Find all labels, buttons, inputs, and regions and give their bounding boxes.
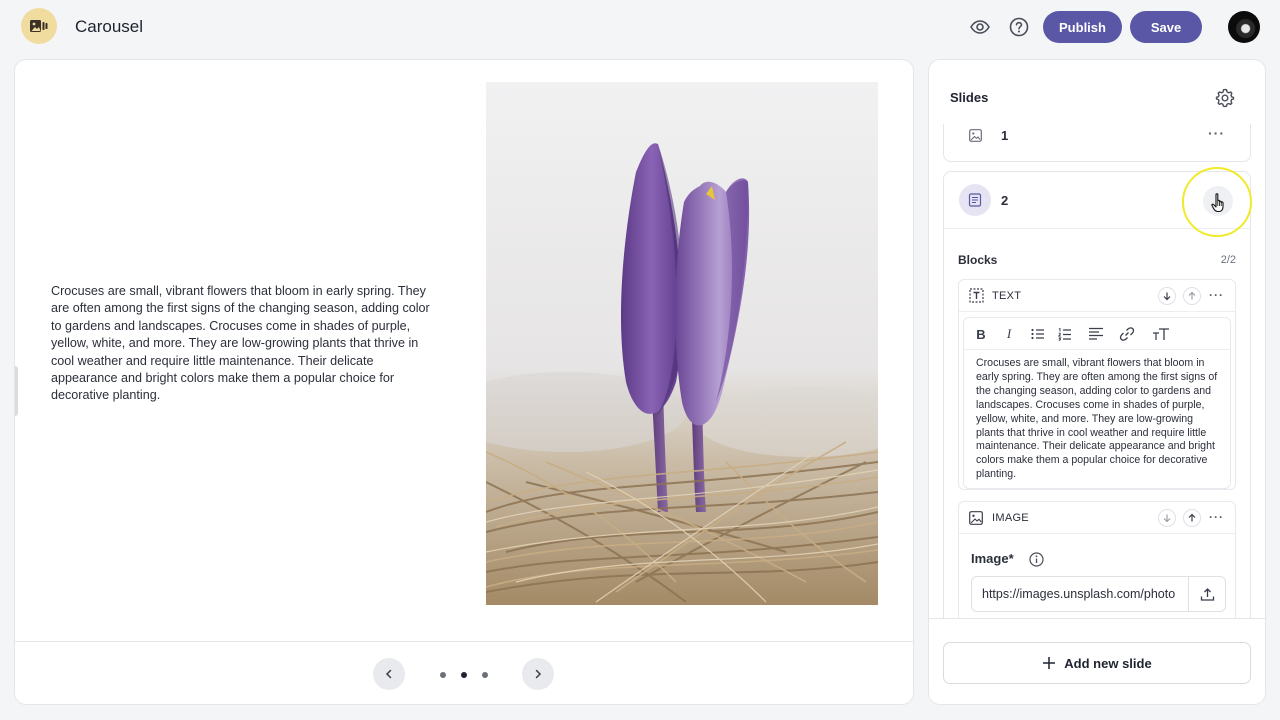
text-block-header: TEXT ··· xyxy=(959,280,1235,312)
collapse-handle[interactable] xyxy=(15,366,18,416)
pagination-dot-1[interactable] xyxy=(440,672,446,678)
align-left-icon xyxy=(1089,327,1103,340)
bold-button[interactable]: B xyxy=(971,324,991,344)
move-down-button[interactable] xyxy=(1158,509,1176,527)
text-size-button[interactable] xyxy=(1151,324,1171,344)
pagination-dot-2[interactable] xyxy=(461,672,467,678)
plus-icon xyxy=(1043,657,1056,669)
text-doc-icon xyxy=(959,184,991,216)
settings-button[interactable] xyxy=(1215,88,1235,113)
upload-button[interactable] xyxy=(1188,577,1226,611)
link-icon xyxy=(1119,327,1135,341)
slide-number: 2 xyxy=(1001,193,1009,208)
block-name: IMAGE xyxy=(992,512,1029,524)
bullet-list-button[interactable] xyxy=(1028,324,1048,344)
help-circle-icon xyxy=(1009,17,1029,37)
image-url-field xyxy=(971,576,1226,612)
numbered-list-icon xyxy=(1058,327,1071,341)
add-slide-label: Add new slide xyxy=(1064,655,1152,671)
image-url-input[interactable] xyxy=(972,577,1188,611)
upload-icon xyxy=(1200,587,1215,601)
slide-preview-panel: Crocuses are small, vibrant flowers that… xyxy=(14,59,914,705)
slide-item-2[interactable]: 2 Blocks 2/2 TEXT ··· B I Crocuses are s… xyxy=(943,171,1251,618)
move-up-button[interactable] xyxy=(1183,509,1201,527)
slides-title: Slides xyxy=(950,90,989,105)
move-down-button[interactable] xyxy=(1158,287,1176,305)
slides-sidebar: Slides 1 ··· 2 Blocks 2/2 TEXT ··· B I C… xyxy=(928,59,1266,705)
crocus-photo xyxy=(486,82,878,605)
preview-eye-button[interactable] xyxy=(967,14,993,40)
block-name: TEXT xyxy=(992,290,1022,302)
save-button[interactable]: Save xyxy=(1130,11,1202,43)
move-up-button[interactable] xyxy=(1183,287,1201,305)
slide-text-content: Crocuses are small, vibrant flowers that… xyxy=(51,284,430,403)
slide-1-more-button[interactable]: ··· xyxy=(1208,125,1225,141)
image-block-header: IMAGE ··· xyxy=(959,502,1235,534)
slide-image xyxy=(486,82,878,605)
publish-button[interactable]: Publish xyxy=(1043,11,1122,43)
image-field-label: Image* xyxy=(971,551,1014,566)
image-block-more-button[interactable]: ··· xyxy=(1209,510,1224,524)
text-size-icon xyxy=(1153,328,1169,340)
help-button[interactable] xyxy=(1006,14,1032,40)
chevron-right-icon xyxy=(535,669,542,679)
editor-text-content[interactable]: Crocuses are small, vibrant flowers that… xyxy=(976,357,1221,482)
gear-icon xyxy=(1215,88,1235,108)
user-avatar[interactable] xyxy=(1228,11,1260,43)
slide-item-1[interactable]: 1 ··· xyxy=(943,124,1251,162)
italic-button[interactable]: I xyxy=(999,324,1019,344)
hand-cursor-icon xyxy=(1211,193,1227,218)
slide-number: 1 xyxy=(1001,128,1009,143)
image-block[interactable]: IMAGE ··· Image* xyxy=(958,501,1236,618)
arrow-up-icon xyxy=(1188,291,1196,300)
numbered-list-button[interactable] xyxy=(1055,324,1075,344)
app-title: Carousel xyxy=(75,17,144,36)
carousel-navigation xyxy=(15,641,913,704)
arrow-up-icon xyxy=(1188,513,1196,522)
blocks-count: 2/2 xyxy=(1220,254,1236,266)
blocks-label: Blocks xyxy=(958,253,998,267)
editor-toolbar: B I xyxy=(964,318,1230,350)
eye-icon xyxy=(970,20,990,34)
sidebar-footer: Add new slide xyxy=(929,618,1265,704)
top-bar: Carousel Publish Save xyxy=(0,0,1280,54)
text-block-more-button[interactable]: ··· xyxy=(1209,288,1224,302)
text-block[interactable]: TEXT ··· B I Crocuses are small, vibrant… xyxy=(958,279,1236,490)
link-button[interactable] xyxy=(1117,324,1137,344)
align-button[interactable] xyxy=(1086,324,1106,344)
app-logo[interactable] xyxy=(21,8,57,44)
image-icon xyxy=(969,129,982,147)
previous-slide-button[interactable] xyxy=(373,658,405,690)
rich-text-editor[interactable]: B I Crocuses are small, vibrant flowers … xyxy=(963,317,1231,489)
next-slide-button[interactable] xyxy=(522,658,554,690)
arrow-down-icon xyxy=(1163,292,1171,301)
text-block-icon xyxy=(969,288,984,308)
chevron-left-icon xyxy=(385,669,392,679)
pagination-dot-3[interactable] xyxy=(482,672,488,678)
info-icon[interactable] xyxy=(1029,552,1044,572)
carousel-icon xyxy=(30,20,48,32)
bullet-list-icon xyxy=(1031,328,1044,340)
arrow-down-icon xyxy=(1163,514,1171,523)
image-icon xyxy=(969,511,983,530)
add-new-slide-button[interactable]: Add new slide xyxy=(943,642,1251,684)
